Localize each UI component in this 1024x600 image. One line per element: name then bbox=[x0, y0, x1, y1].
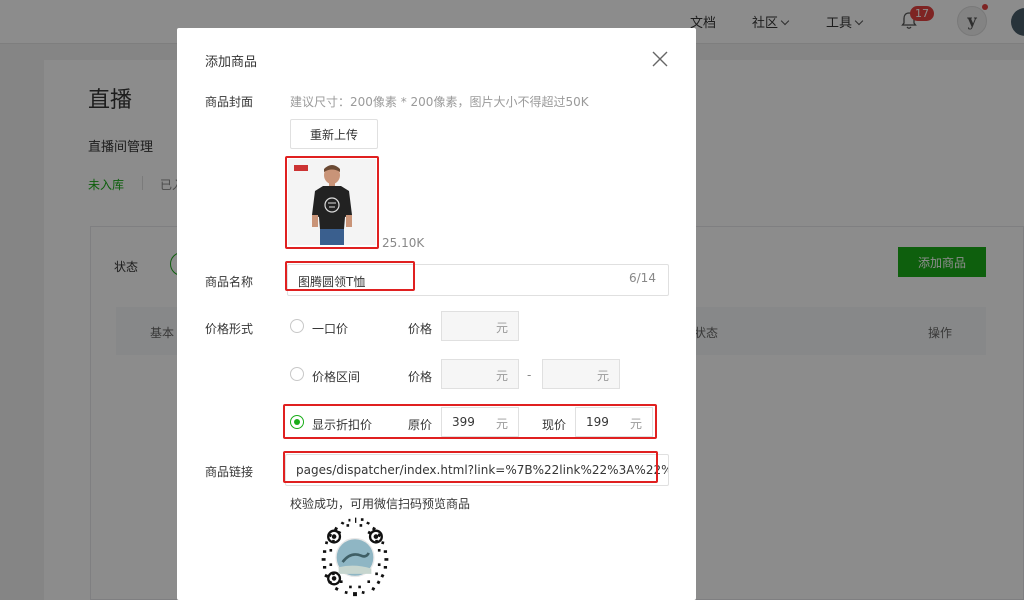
cover-file-size: 25.10K bbox=[382, 236, 425, 250]
range-price-label: 价格 bbox=[408, 370, 433, 384]
name-highlight bbox=[285, 261, 415, 291]
option-fixed-price: 一口价 bbox=[312, 322, 349, 336]
cover-highlight bbox=[285, 156, 379, 249]
link-highlight bbox=[283, 451, 658, 483]
add-product-dialog: 添加商品 商品封面 建议尺寸：200像素 * 200像素，图片大小不得超过50K… bbox=[177, 28, 696, 600]
name-label: 商品名称 bbox=[205, 275, 254, 289]
range-max-input[interactable]: 元 bbox=[542, 359, 620, 389]
range-min-input[interactable]: 元 bbox=[441, 359, 519, 389]
reupload-button[interactable]: 重新上传 bbox=[290, 119, 378, 149]
range-separator: - bbox=[527, 368, 532, 382]
preview-qr-code bbox=[290, 515, 420, 600]
price-form-label: 价格形式 bbox=[205, 322, 254, 336]
dialog-title: 添加商品 bbox=[205, 55, 258, 70]
qr-code-icon bbox=[321, 517, 389, 597]
discount-highlight bbox=[283, 404, 657, 439]
fixed-price-label: 价格 bbox=[408, 322, 433, 336]
cover-hint: 建议尺寸：200像素 * 200像素，图片大小不得超过50K bbox=[290, 95, 589, 109]
radio-price-range[interactable] bbox=[290, 367, 304, 381]
link-label: 商品链接 bbox=[205, 465, 254, 479]
product-name-counter: 6/14 bbox=[629, 271, 656, 285]
radio-fixed-price[interactable] bbox=[290, 319, 304, 333]
verify-message: 校验成功，可用微信扫码预览商品 bbox=[290, 497, 471, 511]
unit-label: 元 bbox=[495, 321, 508, 335]
fixed-price-input[interactable]: 元 bbox=[441, 311, 519, 341]
close-icon[interactable] bbox=[651, 50, 669, 68]
cover-label: 商品封面 bbox=[205, 95, 254, 109]
option-price-range: 价格区间 bbox=[312, 370, 361, 384]
unit-label: 元 bbox=[495, 369, 508, 383]
unit-label: 元 bbox=[596, 369, 609, 383]
